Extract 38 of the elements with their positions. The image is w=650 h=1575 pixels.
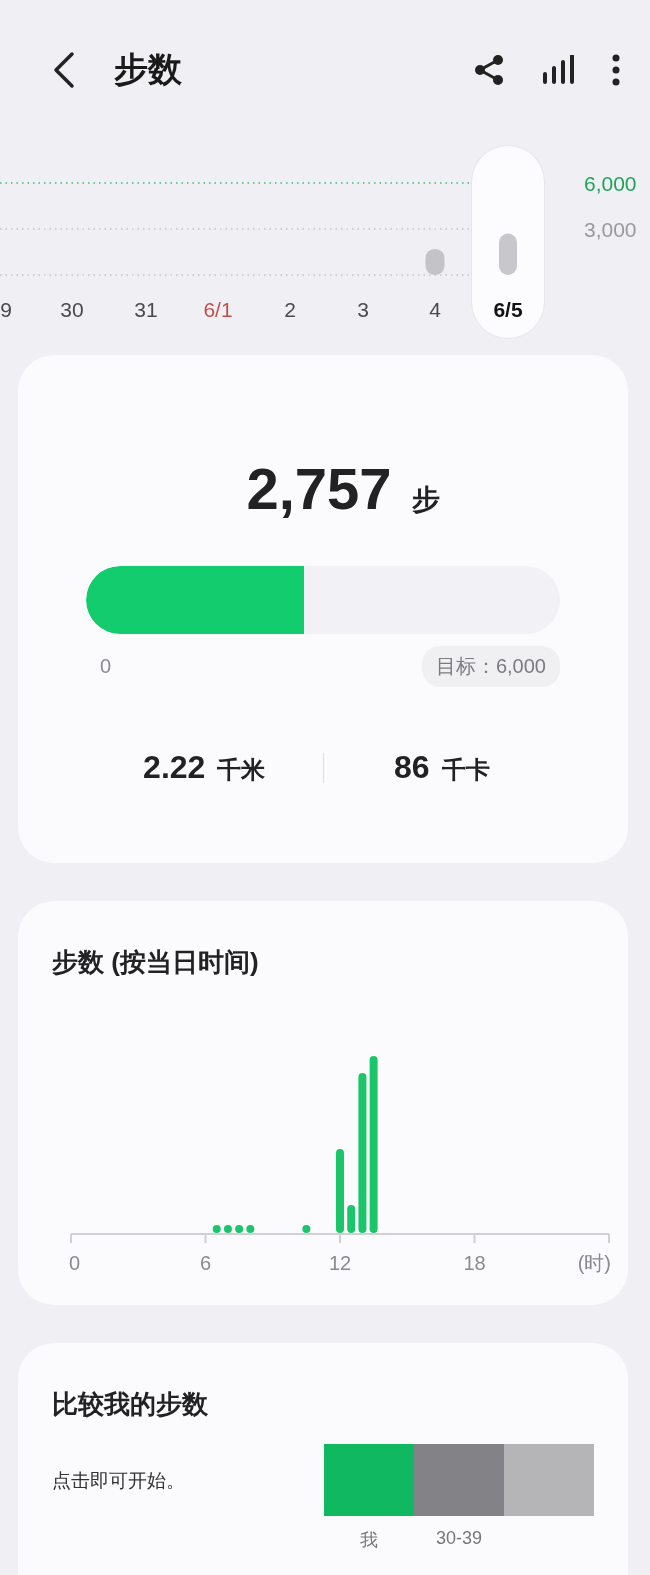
x-axis-label: 12	[328, 1252, 352, 1274]
y-axis-label: 3,000	[584, 218, 637, 241]
bar	[246, 1225, 255, 1233]
day-label[interactable]: 30	[60, 298, 84, 321]
day-label[interactable]: 4	[429, 298, 441, 321]
comparison-label: 我	[360, 1529, 378, 1552]
section-title: 比较我的步数	[52, 1388, 209, 1421]
section-title: 步数 (按当日时间)	[52, 946, 260, 979]
more-icon[interactable]	[612, 54, 620, 86]
day-label[interactable]: 9	[0, 298, 12, 321]
x-axis-label: (时)	[577, 1252, 611, 1274]
bar	[347, 1205, 356, 1233]
x-axis-label: 18	[463, 1252, 486, 1274]
share-icon[interactable]	[474, 54, 504, 86]
y-axis-label: 6,000	[584, 172, 637, 195]
bar	[302, 1225, 311, 1233]
step-count: 2,757	[246, 455, 392, 522]
bar	[223, 1225, 232, 1233]
day-label[interactable]: 3	[357, 298, 369, 321]
day-label[interactable]: 6/1	[203, 298, 233, 321]
x-axis-label: 6	[199, 1252, 212, 1274]
bar-chart-icon[interactable]	[542, 55, 574, 85]
comparison-label: 30-39	[435, 1528, 482, 1549]
bar	[212, 1225, 221, 1233]
day-label[interactable]: 31	[134, 298, 158, 321]
day-label[interactable]: 6/5	[493, 298, 523, 321]
x-axis-label: 0	[69, 1252, 81, 1274]
day-label[interactable]: 2	[284, 298, 296, 321]
hint-text[interactable]: 点击即可开始。	[52, 1468, 324, 1494]
calories-unit: 千卡	[441, 755, 490, 785]
step-unit: 步	[411, 483, 440, 517]
calories-value: 86	[393, 749, 430, 786]
progress-min-label: 0	[100, 655, 112, 678]
distance-unit: 千米	[217, 755, 266, 785]
distance-value: 2.22	[143, 749, 206, 786]
bar	[235, 1225, 244, 1233]
goal-badge: 目标：6,000	[421, 646, 560, 687]
page-title: 步数	[114, 49, 183, 90]
